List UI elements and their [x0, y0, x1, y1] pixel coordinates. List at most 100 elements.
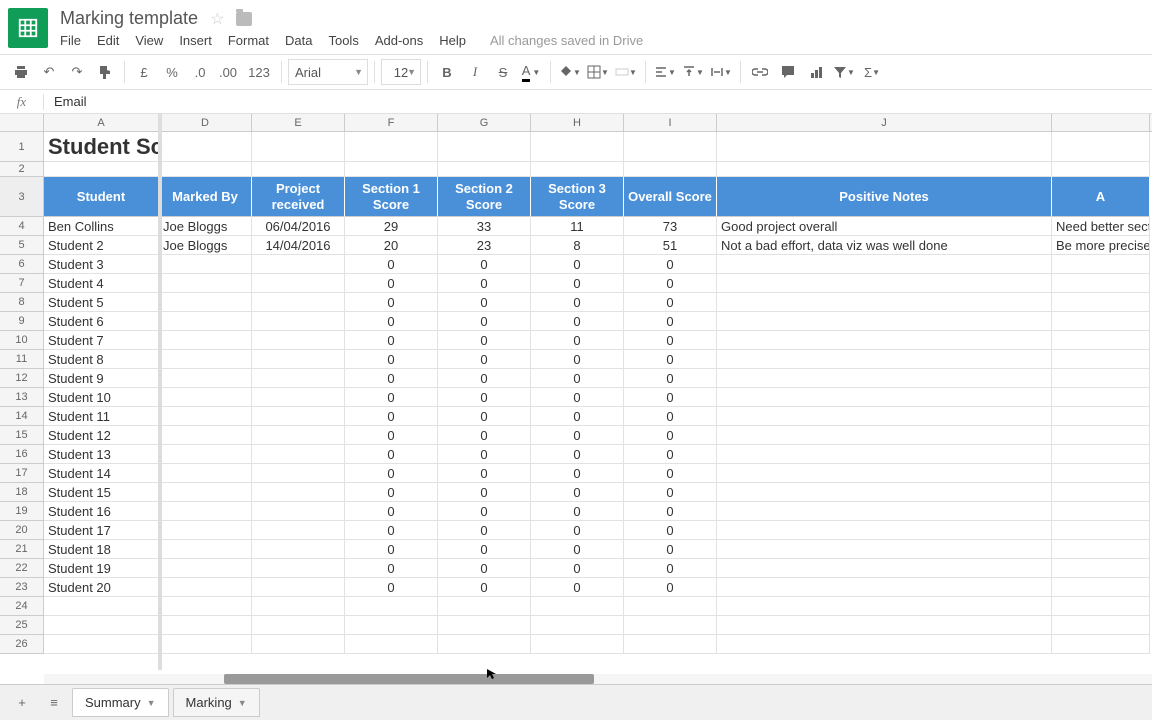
cell[interactable] — [1052, 559, 1150, 578]
cell[interactable] — [624, 132, 717, 162]
cell[interactable]: 0 — [438, 502, 531, 521]
cell[interactable]: Student 4 — [44, 274, 159, 293]
cell[interactable] — [345, 616, 438, 635]
cell[interactable] — [44, 616, 159, 635]
cell[interactable] — [1052, 132, 1150, 162]
cell[interactable] — [531, 597, 624, 616]
cell[interactable]: Marked By — [159, 177, 252, 217]
undo-icon[interactable]: ↶ — [36, 59, 62, 85]
menu-tools[interactable]: Tools — [328, 33, 358, 48]
font-size-selector[interactable]: 12▼ — [381, 59, 421, 85]
menu-help[interactable]: Help — [439, 33, 466, 48]
cell[interactable]: 0 — [438, 350, 531, 369]
cell[interactable] — [252, 388, 345, 407]
cell[interactable] — [159, 132, 252, 162]
chevron-down-icon[interactable]: ▼ — [238, 698, 247, 708]
menu-file[interactable]: File — [60, 33, 81, 48]
row-header[interactable]: 26 — [0, 635, 43, 654]
row-header[interactable]: 4 — [0, 217, 43, 236]
cell[interactable]: 0 — [624, 578, 717, 597]
cell[interactable]: Student 2 — [44, 236, 159, 255]
cell[interactable] — [159, 635, 252, 654]
cell[interactable]: 23 — [438, 236, 531, 255]
folder-icon[interactable] — [236, 12, 252, 26]
cell[interactable]: 8 — [531, 236, 624, 255]
cell[interactable] — [159, 162, 252, 177]
cell[interactable] — [252, 162, 345, 177]
row-header[interactable]: 14 — [0, 407, 43, 426]
insert-link-icon[interactable] — [747, 59, 773, 85]
menu-insert[interactable]: Insert — [179, 33, 212, 48]
cell[interactable]: Student 20 — [44, 578, 159, 597]
cell[interactable] — [252, 559, 345, 578]
cell[interactable]: 0 — [624, 502, 717, 521]
borders-button[interactable]: ▼ — [585, 59, 611, 85]
cell[interactable] — [159, 483, 252, 502]
cell[interactable]: 0 — [345, 445, 438, 464]
cell[interactable]: 0 — [624, 445, 717, 464]
cell[interactable]: 33 — [438, 217, 531, 236]
sheets-app-icon[interactable] — [8, 8, 48, 48]
cell[interactable]: 0 — [345, 483, 438, 502]
cell[interactable] — [252, 350, 345, 369]
cell[interactable] — [1052, 293, 1150, 312]
cell[interactable]: Not a bad effort, data viz was well done — [717, 236, 1052, 255]
cell[interactable]: 0 — [345, 502, 438, 521]
cell[interactable]: Overall Score — [624, 177, 717, 217]
row-header[interactable]: 2 — [0, 162, 43, 177]
cell[interactable]: Joe Bloggs — [159, 217, 252, 236]
cell[interactable]: 0 — [531, 255, 624, 274]
row-header[interactable]: 20 — [0, 521, 43, 540]
cell[interactable] — [252, 274, 345, 293]
cell[interactable] — [159, 502, 252, 521]
cell[interactable]: Student — [44, 177, 159, 217]
cell[interactable] — [717, 255, 1052, 274]
row-header[interactable]: 18 — [0, 483, 43, 502]
cell[interactable] — [717, 426, 1052, 445]
cell[interactable]: Section 3 Score — [531, 177, 624, 217]
cell[interactable]: 0 — [624, 293, 717, 312]
cell[interactable]: 73 — [624, 217, 717, 236]
cell[interactable] — [44, 597, 159, 616]
cell[interactable]: Student 11 — [44, 407, 159, 426]
cell[interactable]: 0 — [345, 521, 438, 540]
column-header[interactable] — [1052, 114, 1150, 131]
cell[interactable] — [531, 132, 624, 162]
cell[interactable]: 0 — [531, 540, 624, 559]
cell[interactable] — [624, 616, 717, 635]
row-header[interactable]: 10 — [0, 331, 43, 350]
cell[interactable]: 0 — [438, 274, 531, 293]
redo-icon[interactable]: ↷ — [64, 59, 90, 85]
cell[interactable]: Need better sectio — [1052, 217, 1150, 236]
merge-cells-button[interactable]: ▼ — [613, 59, 639, 85]
cell[interactable] — [1052, 540, 1150, 559]
row-header[interactable]: 19 — [0, 502, 43, 521]
cell[interactable]: 0 — [345, 407, 438, 426]
cell[interactable]: 0 — [438, 369, 531, 388]
cell[interactable]: 0 — [624, 426, 717, 445]
cell[interactable] — [159, 255, 252, 274]
cell[interactable]: 0 — [624, 540, 717, 559]
font-selector[interactable]: Arial▼ — [288, 59, 368, 85]
cell[interactable] — [159, 426, 252, 445]
cell[interactable] — [717, 464, 1052, 483]
cell[interactable] — [531, 162, 624, 177]
menu-edit[interactable]: Edit — [97, 33, 119, 48]
row-header[interactable]: 9 — [0, 312, 43, 331]
cell[interactable] — [531, 616, 624, 635]
column-header[interactable]: D — [159, 114, 252, 131]
cell[interactable] — [1052, 426, 1150, 445]
cell[interactable] — [252, 521, 345, 540]
cell[interactable]: Be more precise w — [1052, 236, 1150, 255]
chevron-down-icon[interactable]: ▼ — [147, 698, 156, 708]
strikethrough-button[interactable]: S — [490, 59, 516, 85]
cell[interactable]: Project received — [252, 177, 345, 217]
cell[interactable]: 0 — [624, 464, 717, 483]
cell[interactable] — [717, 312, 1052, 331]
cell[interactable] — [159, 350, 252, 369]
cell[interactable]: 0 — [345, 350, 438, 369]
row-header[interactable]: 6 — [0, 255, 43, 274]
cell[interactable]: Student 17 — [44, 521, 159, 540]
cell[interactable] — [717, 162, 1052, 177]
cell[interactable] — [717, 521, 1052, 540]
